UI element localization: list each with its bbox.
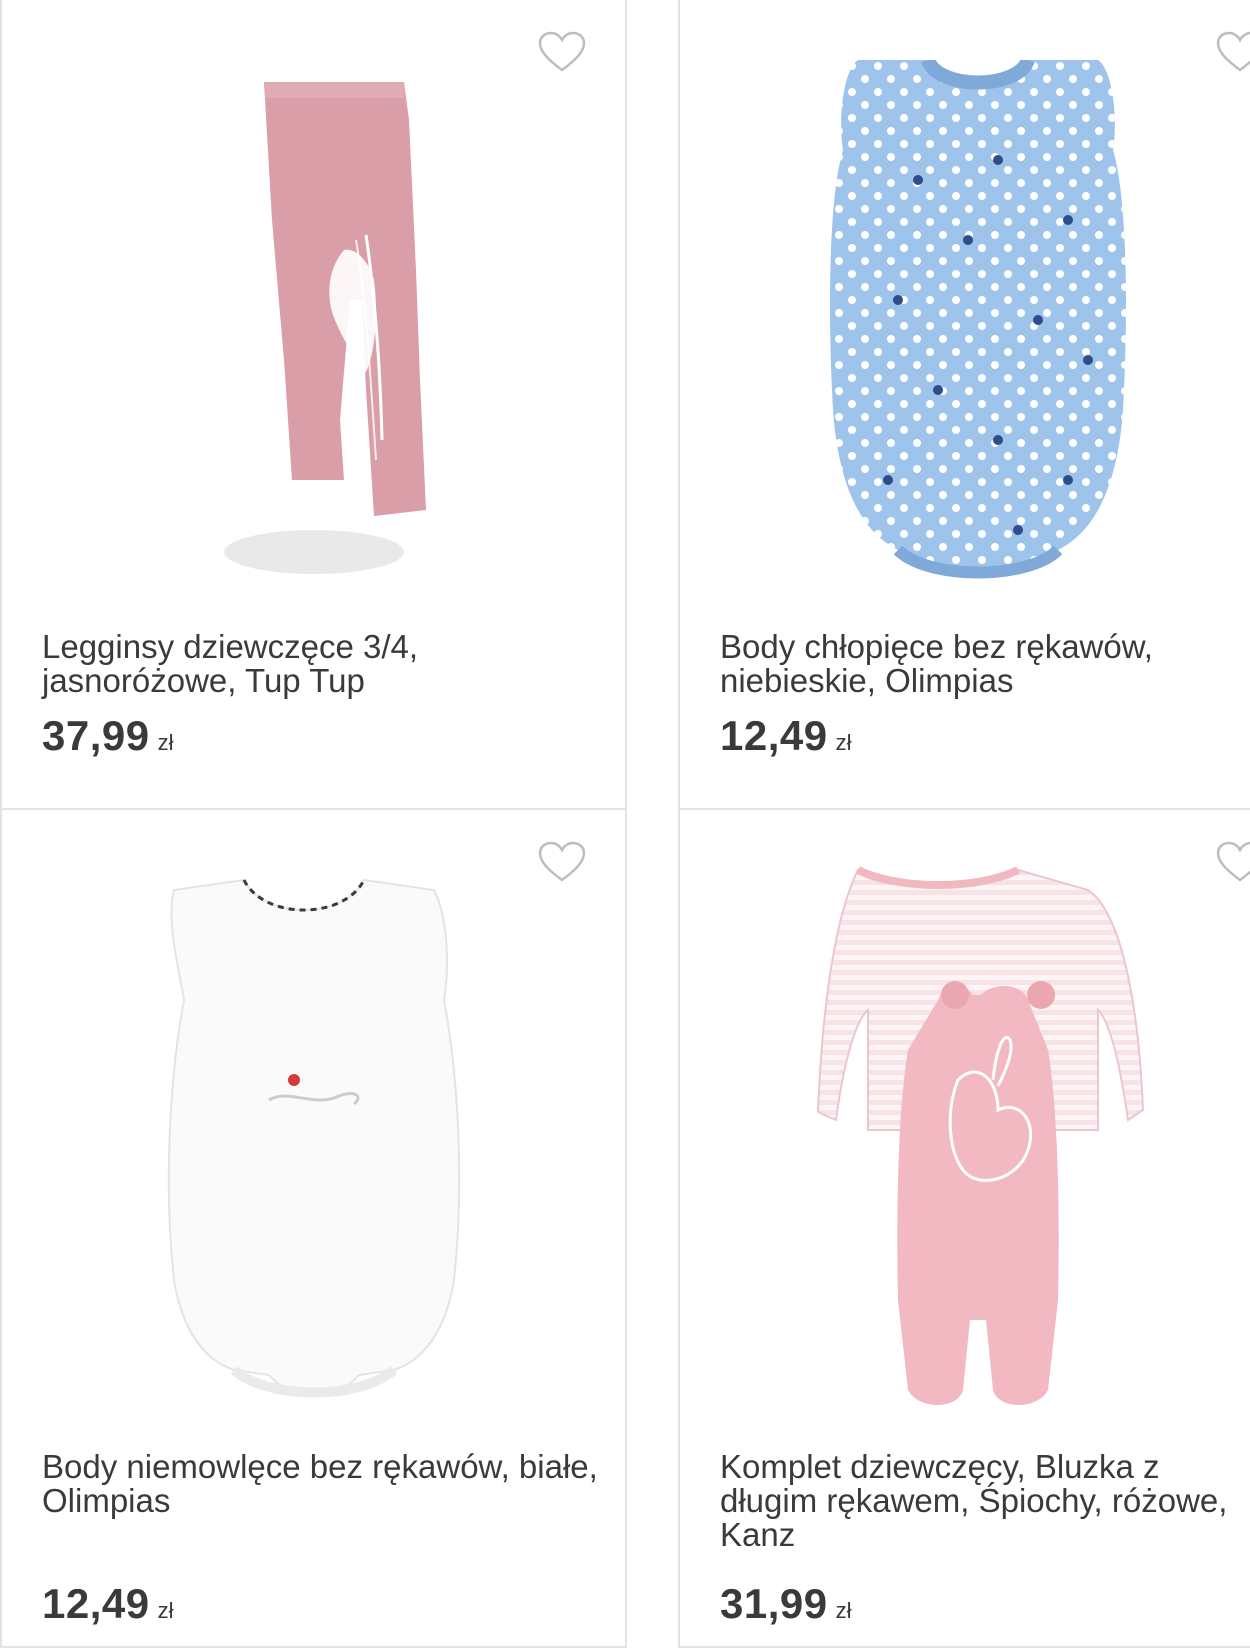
product-title[interactable]: Body chłopięce bez rękawów, niebieskie, …: [720, 630, 1250, 698]
product-price: 12,49 zł: [720, 712, 852, 760]
product-title[interactable]: Komplet dziewczęcy, Bluzka z długim ręka…: [720, 1450, 1250, 1552]
product-card[interactable]: Legginsy dziewczęce 3/4, jasnoróżowe, Tu…: [0, 0, 627, 810]
product-image-pink-set[interactable]: [680, 850, 1250, 1430]
product-price: 37,99 zł: [42, 712, 174, 760]
price-currency: zł: [157, 1598, 174, 1623]
product-price: 12,49 zł: [42, 1580, 174, 1628]
product-image-blue-bodysuit[interactable]: [680, 60, 1250, 600]
product-card[interactable]: Komplet dziewczęcy, Bluzka z długim ręka…: [678, 808, 1250, 1648]
product-card[interactable]: Body chłopięce bez rękawów, niebieskie, …: [678, 0, 1250, 810]
product-image-leggings[interactable]: [2, 60, 625, 600]
price-amount: 12,49: [42, 1580, 150, 1627]
price-amount: 12,49: [720, 712, 828, 759]
price-amount: 37,99: [42, 712, 150, 759]
product-price: 31,99 zł: [720, 1580, 852, 1628]
product-card[interactable]: Body niemowlęce bez rękawów, białe, Olim…: [0, 808, 627, 1648]
price-amount: 31,99: [720, 1580, 828, 1627]
product-image-white-bodysuit[interactable]: [2, 850, 625, 1430]
product-title[interactable]: Body niemowlęce bez rękawów, białe, Olim…: [42, 1450, 605, 1518]
price-currency: zł: [157, 730, 174, 755]
price-currency: zł: [835, 1598, 852, 1623]
product-title[interactable]: Legginsy dziewczęce 3/4, jasnoróżowe, Tu…: [42, 630, 605, 698]
price-currency: zł: [835, 730, 852, 755]
